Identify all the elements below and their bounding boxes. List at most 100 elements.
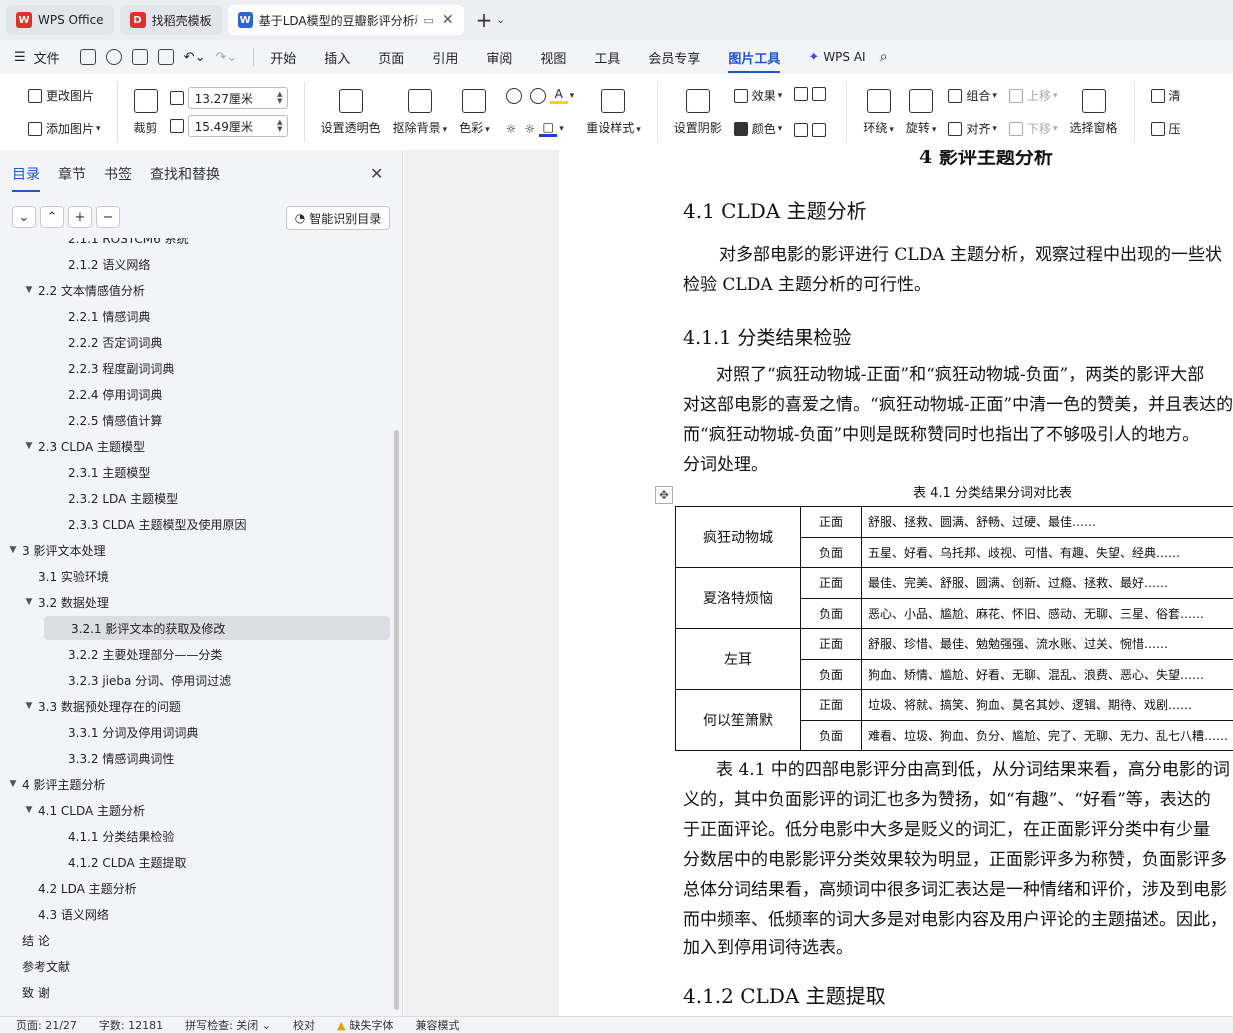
spinner-icon[interactable]: ▲ ▼ [277, 119, 282, 133]
collapse-arrow-icon[interactable]: ▼ [22, 805, 36, 815]
toc-item[interactable]: ▼ 4 影评主题分析 [6, 772, 106, 796]
clear-button[interactable]: 清 [1150, 87, 1181, 104]
spinner-icon[interactable]: ▲ ▼ [277, 91, 282, 105]
menu-review[interactable]: 审阅 [486, 48, 512, 67]
redo-icon[interactable]: ↷⌄ [215, 50, 237, 65]
collapse-arrow-icon[interactable]: ▼ [22, 441, 36, 451]
contrast-down-icon[interactable] [529, 87, 546, 104]
tab-toc[interactable]: 目录 [12, 164, 40, 192]
menu-references[interactable]: 引用 [432, 48, 458, 67]
tab-bookmarks[interactable]: 书签 [104, 164, 132, 192]
toc-item[interactable]: 2.1.2 语义网络 [68, 252, 150, 276]
save-icon[interactable] [79, 49, 96, 65]
chevron-up-icon[interactable]: ⌃ [40, 206, 64, 228]
scrollbar[interactable] [394, 430, 399, 1010]
movie-cell[interactable]: 疯狂动物城 [675, 506, 801, 568]
tab-find-replace[interactable]: 查找和替换 [150, 164, 220, 192]
crop-button[interactable]: 裁剪 [133, 88, 158, 136]
effect-button[interactable]: 效果 ▾ [733, 87, 782, 104]
share-icon[interactable] [105, 49, 122, 65]
align-button[interactable]: 对齐 ▾ [948, 120, 997, 137]
set-transparent-button[interactable]: 设置透明色 [321, 88, 381, 136]
words-cell[interactable]: 舒服、珍惜、最佳、勉勉强强、流水账、过关、惋惜…… [861, 628, 1233, 660]
toc-item[interactable]: 4.1.1 分类结果检验 [68, 824, 174, 848]
group-button[interactable]: 组合 ▾ [948, 87, 997, 104]
highlight-icon[interactable]: A [549, 87, 568, 104]
add-image-button[interactable]: 添加图片 ▾ [28, 120, 101, 137]
words-cell[interactable]: 舒服、拯救、圆满、舒畅、过硬、最佳…… [861, 506, 1233, 538]
plus-icon[interactable]: + [68, 206, 92, 228]
menu-wps-ai[interactable]: WPS AI [823, 50, 865, 64]
print-preview-icon[interactable] [157, 49, 174, 65]
width-input[interactable]: 13.27厘米 ▲ ▼ [187, 87, 288, 109]
movie-cell[interactable]: 左耳 [675, 628, 801, 690]
hamburger-icon[interactable]: ☰ [14, 50, 26, 65]
outline-color-button[interactable]: 颜色 ▾ [733, 120, 782, 137]
toc-item[interactable]: 4.3 语义网络 [38, 902, 109, 926]
selection-pane-button[interactable]: 选择窗格 [1070, 88, 1118, 136]
print-icon[interactable] [131, 49, 148, 65]
polarity-cell[interactable]: 负面 [800, 719, 862, 751]
toc-item[interactable]: 3.2.3 jieba 分词、停用词过滤 [68, 668, 231, 692]
height-input[interactable]: 15.49厘米 ▲ ▼ [187, 115, 288, 137]
page-indicator[interactable]: 页面: 21/27 [16, 1017, 77, 1033]
toc-item[interactable]: ▼ 2.3 CLDA 主题模型 [22, 434, 146, 458]
remove-bg-button[interactable]: 抠除背景 ▾ [393, 88, 447, 136]
backward-icon[interactable] [812, 123, 827, 137]
menu-start[interactable]: 开始 [270, 48, 296, 67]
toc-item[interactable]: ▼ 3 影评文本处理 [6, 538, 106, 562]
words-cell[interactable]: 最佳、完美、舒服、圆满、创新、过瘾、拯救、最好…… [861, 567, 1233, 599]
bring-front-icon[interactable] [794, 87, 809, 101]
collapse-arrow-icon[interactable]: ▼ [22, 701, 36, 711]
toc-item[interactable]: ▼ 4.1 CLDA 主题分析 [22, 798, 146, 822]
toc-item[interactable]: 2.3.3 CLDA 主题模型及使用原因 [68, 512, 246, 536]
tab-wps-office[interactable]: W WPS Office [6, 5, 114, 35]
movie-cell[interactable]: 何以笙箫默 [675, 689, 801, 751]
polarity-cell[interactable]: 正面 [800, 689, 862, 721]
menu-file[interactable]: 文件 [34, 48, 60, 67]
polarity-cell[interactable]: 正面 [800, 567, 862, 599]
toc-item[interactable]: ▼ 3.3 数据预处理存在的问题 [22, 694, 181, 718]
forward-icon[interactable] [794, 123, 809, 137]
toc-item[interactable]: 参考文献 [22, 954, 70, 978]
word-count[interactable]: 字数: 12181 [99, 1017, 163, 1033]
menu-member[interactable]: 会员专享 [648, 48, 700, 67]
brightness-down-icon[interactable]: ☼ [524, 122, 535, 136]
search-icon[interactable]: ⌕ [880, 49, 888, 65]
toc-item[interactable]: 4.1.2 CLDA 主题提取 [68, 850, 186, 874]
close-icon[interactable]: ✕ [370, 164, 383, 183]
polarity-cell[interactable]: 正面 [800, 506, 862, 538]
polarity-cell[interactable]: 负面 [800, 536, 862, 568]
tab-chapters[interactable]: 章节 [58, 164, 86, 192]
words-cell[interactable]: 五星、好看、乌托邦、歧视、可惜、有趣、失望、经典…… [861, 536, 1233, 568]
border-color-icon[interactable]: □ [539, 120, 558, 137]
toc-item[interactable]: 3.3.2 情感词典词性 [68, 746, 174, 770]
words-cell[interactable]: 垃圾、将就、搞笑、狗血、莫名其妙、逻辑、期待、戏剧…… [861, 689, 1233, 721]
toc-item[interactable]: 致 谢 [22, 980, 50, 1004]
smart-toc-button[interactable]: ◔ 智能识别目录 [286, 206, 390, 230]
toc-item[interactable]: 2.2.3 程度副词词典 [68, 356, 174, 380]
menu-insert[interactable]: 插入 [324, 48, 350, 67]
brightness-up-icon[interactable]: ☼ [506, 122, 517, 136]
toc-item[interactable]: 4.2 LDA 主题分析 [38, 876, 137, 900]
toc-item[interactable]: 2.1.1 ROSTCM6 系统 [68, 238, 189, 250]
move-table-icon[interactable]: ✥ [655, 486, 673, 504]
collapse-arrow-icon[interactable]: ▼ [6, 779, 20, 789]
polarity-cell[interactable]: 负面 [800, 658, 862, 690]
polarity-cell[interactable]: 负面 [800, 597, 862, 629]
menu-view[interactable]: 视图 [540, 48, 566, 67]
new-tab-icon[interactable]: + [476, 8, 493, 32]
toc-item[interactable]: 2.2.2 否定词词典 [68, 330, 162, 354]
send-back-icon[interactable] [812, 87, 827, 101]
change-image-button[interactable]: 更改图片 [28, 87, 101, 104]
words-cell[interactable]: 恶心、小品、尴尬、麻花、怀旧、感动、无聊、三星、俗套…… [861, 597, 1233, 629]
bring-up-button[interactable]: 上移 ▾ [1008, 87, 1058, 104]
toc-item[interactable]: 3.2.2 主要处理部分——分类 [68, 642, 222, 666]
polarity-cell[interactable]: 正面 [800, 628, 862, 660]
toc-item[interactable]: 3.1 实验环境 [38, 564, 109, 588]
words-cell[interactable]: 狗血、矫情、尴尬、好看、无聊、混乱、浪费、恶心、失望…… [861, 658, 1233, 690]
movie-cell[interactable]: 夏洛特烦恼 [675, 567, 801, 629]
toc-item[interactable]: ▼ 3.2 数据处理 [22, 590, 109, 614]
undo-icon[interactable]: ↶⌄ [184, 50, 206, 65]
chevron-down-icon[interactable]: ⌄ [12, 206, 36, 228]
